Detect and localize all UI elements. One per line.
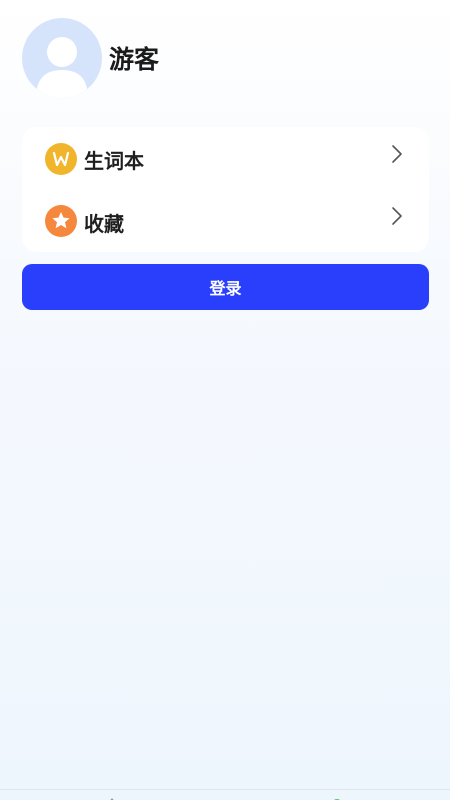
- menu-item-label: 收藏: [84, 212, 124, 236]
- home-icon[interactable]: [104, 791, 120, 800]
- vocabulary-book-icon: [45, 143, 77, 175]
- chevron-right-icon: [392, 145, 402, 163]
- username: 游客: [109, 45, 160, 74]
- menu-item-favorites[interactable]: 收藏: [22, 190, 429, 252]
- menu-card: 生词本 收藏: [22, 127, 429, 252]
- chevron-right-icon: [392, 207, 402, 225]
- avatar[interactable]: [22, 18, 102, 98]
- tabbar-divider: [0, 789, 450, 790]
- menu-item-label: 生词本: [84, 149, 144, 173]
- user-avatar-placeholder-icon: [36, 37, 88, 98]
- star-icon: [45, 205, 77, 237]
- menu-item-vocabulary[interactable]: 生词本: [22, 127, 429, 189]
- profile-icon[interactable]: [329, 791, 345, 800]
- login-button[interactable]: 登录: [22, 264, 429, 310]
- profile-header: 游客: [22, 18, 159, 98]
